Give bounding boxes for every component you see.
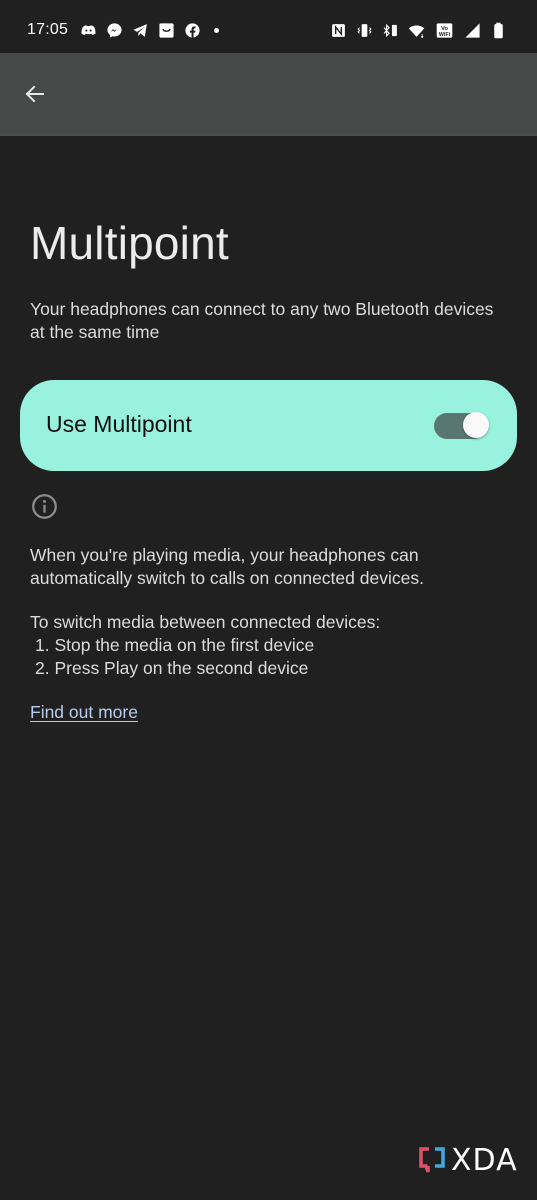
info-step: 2. Press Play on the second device (35, 658, 309, 678)
switch-thumb (463, 412, 489, 438)
status-time: 17:05 (27, 21, 69, 38)
page-title: Multipoint (30, 217, 229, 269)
notification-icons (80, 22, 219, 39)
info-paragraph: When you're playing media, your headphon… (30, 545, 424, 588)
svg-text:Vo: Vo (441, 26, 448, 32)
app-bar (0, 53, 537, 136)
shopping-bag-icon (158, 22, 175, 39)
xda-watermark: XDA (418, 1143, 518, 1178)
xda-logo-icon (419, 1146, 445, 1173)
messenger-icon (106, 22, 123, 39)
info-step: 1. Stop the media on the first device (35, 635, 315, 655)
use-multipoint-switch[interactable] (434, 412, 489, 439)
back-button[interactable] (18, 77, 52, 111)
info-icon (32, 494, 57, 519)
discord-icon (80, 22, 97, 39)
telegram-icon (132, 22, 149, 39)
signal-icon (464, 22, 481, 39)
nfc-icon (330, 22, 347, 39)
page-subtitle: Your headphones can connect to any two B… (30, 299, 494, 342)
facebook-icon (184, 22, 201, 39)
info-steps-intro: To switch media between connected device… (30, 612, 381, 632)
bluetooth-battery-icon (382, 22, 399, 39)
status-bar: 17:05 Vo WiFi (0, 0, 537, 53)
system-status-icons: Vo WiFi (330, 22, 507, 39)
find-out-more-link[interactable]: Find out more (30, 702, 138, 723)
svg-text:WiFi: WiFi (439, 32, 451, 38)
watermark-text: XDA (451, 1143, 518, 1178)
wifi-icon (408, 22, 425, 39)
arrow-left-icon (25, 85, 44, 103)
battery-icon (490, 22, 507, 39)
vibrate-icon (356, 22, 373, 39)
use-multipoint-toggle-row[interactable]: Use Multipoint (20, 380, 517, 471)
vowifi-icon: Vo WiFi (434, 22, 455, 39)
more-notifications-dot (214, 28, 219, 33)
info-description: When you're playing media, your headphon… (30, 544, 510, 680)
toggle-label: Use Multipoint (46, 411, 192, 437)
